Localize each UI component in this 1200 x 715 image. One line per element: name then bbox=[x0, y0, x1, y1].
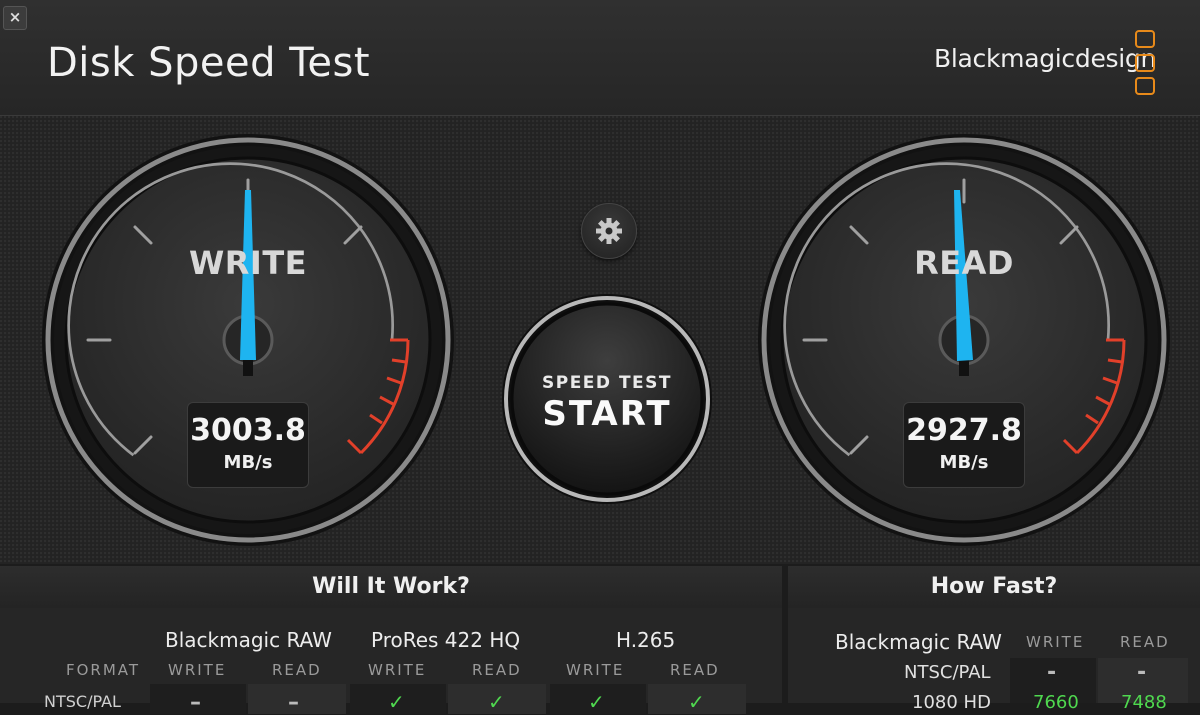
read-speed-unit: MB/s bbox=[939, 452, 989, 473]
will-it-work-title: Will It Work? bbox=[312, 574, 470, 599]
write-label: WRITE bbox=[188, 244, 308, 282]
row-format-ntsc: NTSC/PAL bbox=[904, 662, 991, 683]
start-button-label: START bbox=[542, 394, 672, 434]
ntsc-write-result: - bbox=[1047, 660, 1057, 685]
will-it-work-header: Will It Work? bbox=[0, 566, 782, 608]
h265-read-check-icon: ✓ bbox=[688, 690, 705, 714]
codec-header-braw: Blackmagic RAW bbox=[165, 628, 332, 652]
h265-read-header: READ bbox=[670, 661, 720, 679]
blackmagic-logo-icon bbox=[1132, 28, 1158, 96]
gear-icon bbox=[596, 218, 622, 244]
read-label: READ bbox=[914, 244, 1014, 282]
write-readout: 3003.8 MB/s bbox=[187, 402, 309, 488]
write-speed-unit: MB/s bbox=[223, 452, 273, 473]
codec-header-h265: H.265 bbox=[616, 628, 676, 652]
h265-write-check-icon: ✓ bbox=[588, 690, 605, 714]
row-format-ntsc: NTSC/PAL bbox=[44, 692, 121, 711]
prores-write-check-icon: ✓ bbox=[388, 690, 405, 714]
braw-write-header: WRITE bbox=[168, 661, 227, 679]
gauge-area: WRITE 3003.8 MB/s SPEED TEST START READ … bbox=[0, 116, 1200, 564]
how-fast-title: How Fast? bbox=[930, 574, 1058, 599]
app-title: Disk Speed Test bbox=[47, 40, 371, 86]
codec-header-prores: ProRes 422 HQ bbox=[371, 628, 521, 652]
read-speed-value: 2927.8 bbox=[906, 413, 1022, 448]
how-fast-write-header: WRITE bbox=[1026, 633, 1085, 651]
prores-read-check-icon: ✓ bbox=[488, 690, 505, 714]
close-button[interactable]: × bbox=[3, 6, 27, 30]
settings-button[interactable] bbox=[581, 203, 637, 259]
ntsc-read-result: - bbox=[1137, 660, 1147, 685]
h265-write-header: WRITE bbox=[566, 661, 625, 679]
how-fast-read-header: READ bbox=[1120, 633, 1170, 651]
will-it-work-table: Blackmagic RAW ProRes 422 HQ H.265 FORMA… bbox=[0, 608, 782, 715]
braw-read-header: READ bbox=[272, 661, 322, 679]
write-gauge: WRITE 3003.8 MB/s bbox=[40, 132, 456, 548]
read-readout: 2927.8 MB/s bbox=[903, 402, 1025, 488]
prores-write-header: WRITE bbox=[368, 661, 427, 679]
prores-read-header: READ bbox=[472, 661, 522, 679]
start-button-subtitle: SPEED TEST bbox=[541, 373, 672, 393]
write-speed-value: 3003.8 bbox=[190, 413, 306, 448]
how-fast-table: Blackmagic RAW WRITE READ NTSC/PAL - - 1… bbox=[788, 608, 1200, 713]
how-fast-header: How Fast? bbox=[788, 566, 1200, 608]
read-gauge: READ 2927.8 MB/s bbox=[756, 132, 1172, 548]
format-column-header: FORMAT bbox=[66, 661, 141, 679]
brand-name: Blackmagicdesign bbox=[934, 44, 1157, 73]
title-bar: × Disk Speed Test Blackmagicdesign bbox=[0, 0, 1200, 116]
speed-test-start-button[interactable]: SPEED TEST START bbox=[501, 293, 713, 505]
how-fast-codec-header: Blackmagic RAW bbox=[835, 630, 1002, 654]
